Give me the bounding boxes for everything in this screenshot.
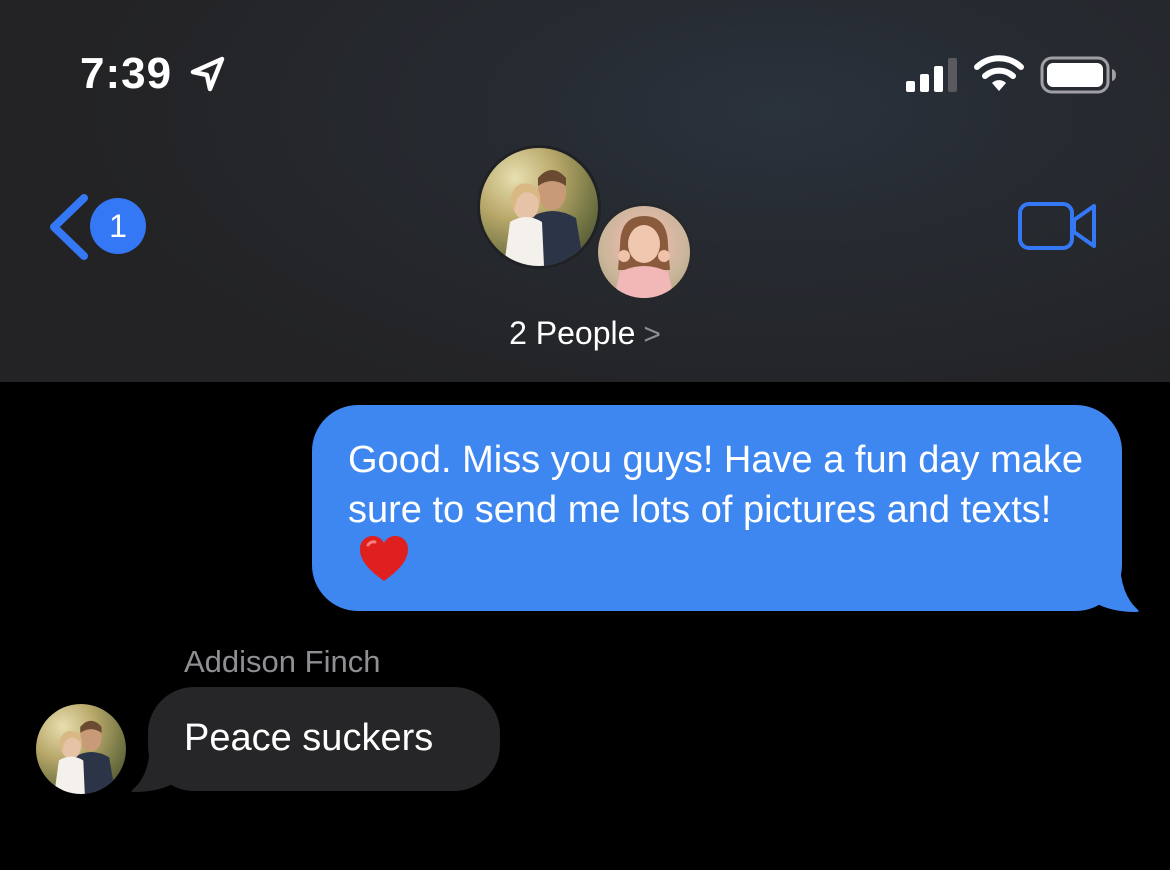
sender-name: Addison Finch (184, 644, 381, 679)
conversation-header: 7:39 1 2 People > (0, 0, 1170, 382)
incoming-message-text: Peace suckers (184, 717, 434, 759)
conversation-title: 2 People (509, 315, 636, 351)
outgoing-message-text: Good. Miss you guys! Have a fun day make… (348, 439, 1084, 531)
outgoing-bubble-tail (1090, 560, 1139, 612)
unread-count-badge: 1 (90, 198, 146, 254)
cellular-signal-icon (906, 58, 957, 92)
outgoing-message-bubble[interactable]: Good. Miss you guys! Have a fun day make… (312, 405, 1122, 611)
incoming-message-bubble[interactable]: Peace suckers (148, 687, 500, 791)
chevron-right-icon: > (643, 318, 661, 351)
chevron-left-icon (50, 194, 88, 260)
group-avatar-1-photo (504, 170, 584, 266)
red-heart-icon (360, 536, 408, 581)
location-arrow-icon (190, 56, 225, 92)
battery-icon (1040, 56, 1116, 94)
status-time: 7:39 (80, 49, 173, 98)
wifi-icon (974, 55, 1024, 91)
back-button[interactable]: 1 (46, 192, 156, 262)
sender-avatar-photo (54, 720, 116, 794)
sender-avatar[interactable] (36, 704, 126, 794)
conversation-title-button[interactable]: 2 People > (0, 312, 1170, 356)
group-avatar-1[interactable] (480, 148, 598, 266)
group-avatar-2-photo (614, 216, 674, 298)
video-camera-icon[interactable] (1016, 198, 1100, 254)
group-avatar-2[interactable] (598, 206, 690, 298)
messages-screen: 7:39 1 2 People > Good. Miss you guys! H… (0, 0, 1170, 870)
